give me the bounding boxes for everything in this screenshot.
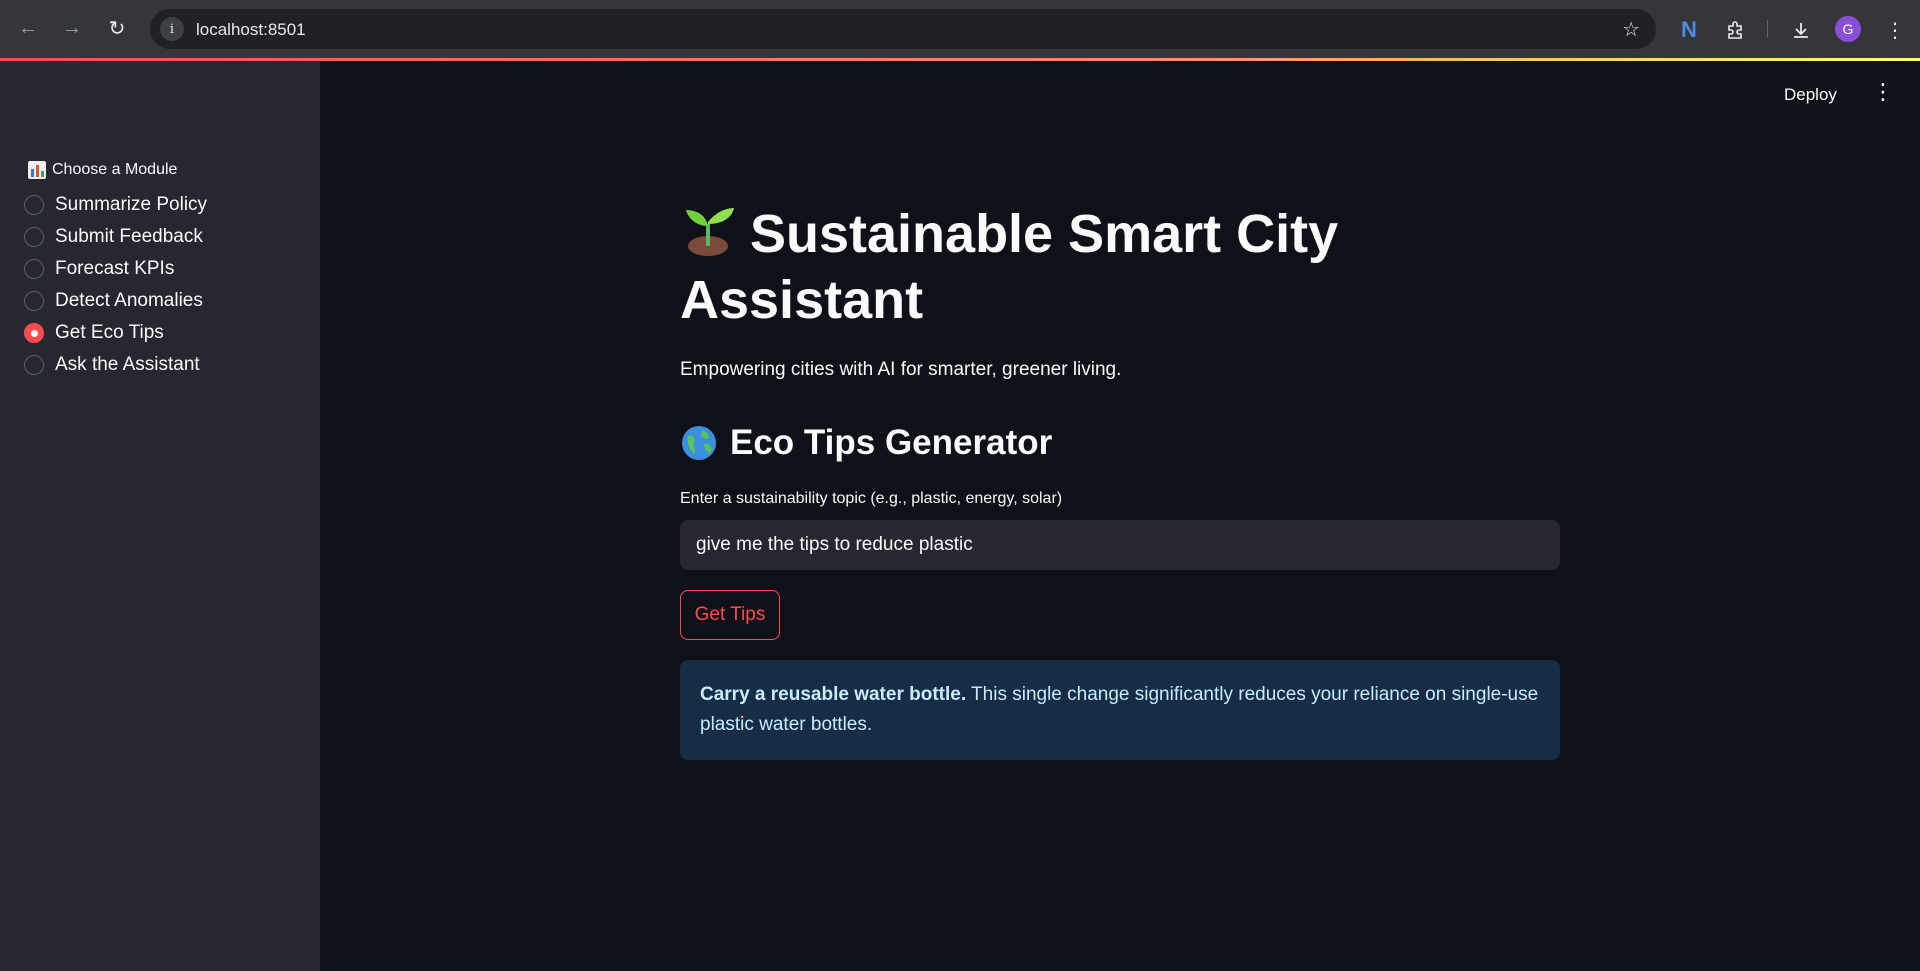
extensions-puzzle-icon[interactable] [1721, 15, 1751, 45]
topic-input-label: Enter a sustainability topic (e.g., plas… [680, 490, 1063, 507]
radio-get-eco-tips[interactable]: Get Eco Tips [24, 317, 207, 349]
sidebar: Choose a Module Summarize Policy Submit … [0, 61, 320, 971]
site-info-icon[interactable]: i [160, 17, 184, 41]
reload-icon[interactable]: ↻ [103, 14, 131, 42]
radio-selected-icon[interactable] [24, 323, 44, 343]
radio-circle-icon[interactable] [24, 355, 44, 375]
radio-label: Summarize Policy [55, 194, 208, 215]
module-radio-label: Choose a Module [28, 161, 177, 179]
page-title: Sustainable Smart City Assistant [680, 204, 1339, 330]
toolbar-divider [1767, 20, 1768, 38]
bar-chart-icon [28, 161, 46, 179]
radio-forecast-kpis[interactable]: Forecast KPIs [24, 253, 207, 285]
radio-submit-feedback[interactable]: Submit Feedback [24, 221, 207, 253]
section-heading: Eco Tips Generator [680, 423, 1052, 463]
radio-circle-icon[interactable] [24, 227, 44, 247]
radio-circle-icon[interactable] [24, 291, 44, 311]
radio-circle-icon[interactable] [24, 259, 44, 279]
deploy-button[interactable]: Deploy [1784, 85, 1837, 105]
get-tips-button[interactable]: Get Tips [680, 590, 780, 640]
more-vert-icon[interactable]: ⋮ [1880, 15, 1910, 45]
radio-label: Ask the Assistant [55, 354, 200, 375]
globe-icon [682, 426, 716, 460]
radio-summarize-policy[interactable]: Summarize Policy [24, 189, 207, 221]
radio-circle-icon[interactable] [24, 195, 44, 215]
bookmark-star-icon[interactable]: ☆ [1622, 17, 1640, 42]
eco-tip-info-box: Carry a reusable water bottle. This sing… [680, 660, 1560, 760]
radio-label: Forecast KPIs [55, 258, 175, 279]
extension-n-icon[interactable]: N [1674, 15, 1704, 45]
topic-input[interactable] [680, 520, 1560, 570]
radio-ask-assistant[interactable]: Ask the Assistant [24, 349, 207, 381]
tip-headline: Carry a reusable water bottle. [700, 684, 967, 705]
radio-label: Submit Feedback [55, 226, 203, 247]
url-text[interactable]: localhost:8501 [196, 20, 306, 40]
download-icon[interactable] [1786, 15, 1816, 45]
seedling-icon [686, 208, 734, 256]
module-radio-group: Summarize Policy Submit Feedback Forecas… [24, 189, 207, 381]
radio-label: Get Eco Tips [55, 322, 164, 343]
browser-toolbar: ← → ↻ i localhost:8501 ☆ N G ⋮ [0, 0, 1920, 58]
address-bar[interactable]: i localhost:8501 ☆ [150, 9, 1656, 49]
forward-icon[interactable]: → [58, 14, 86, 42]
radio-label: Detect Anomalies [55, 290, 203, 311]
main-menu-icon[interactable]: ⋮ [1872, 81, 1894, 103]
back-icon[interactable]: ← [14, 14, 42, 42]
profile-avatar[interactable]: G [1835, 16, 1861, 42]
radio-detect-anomalies[interactable]: Detect Anomalies [24, 285, 207, 317]
page-subtitle: Empowering cities with AI for smarter, g… [680, 359, 1122, 380]
